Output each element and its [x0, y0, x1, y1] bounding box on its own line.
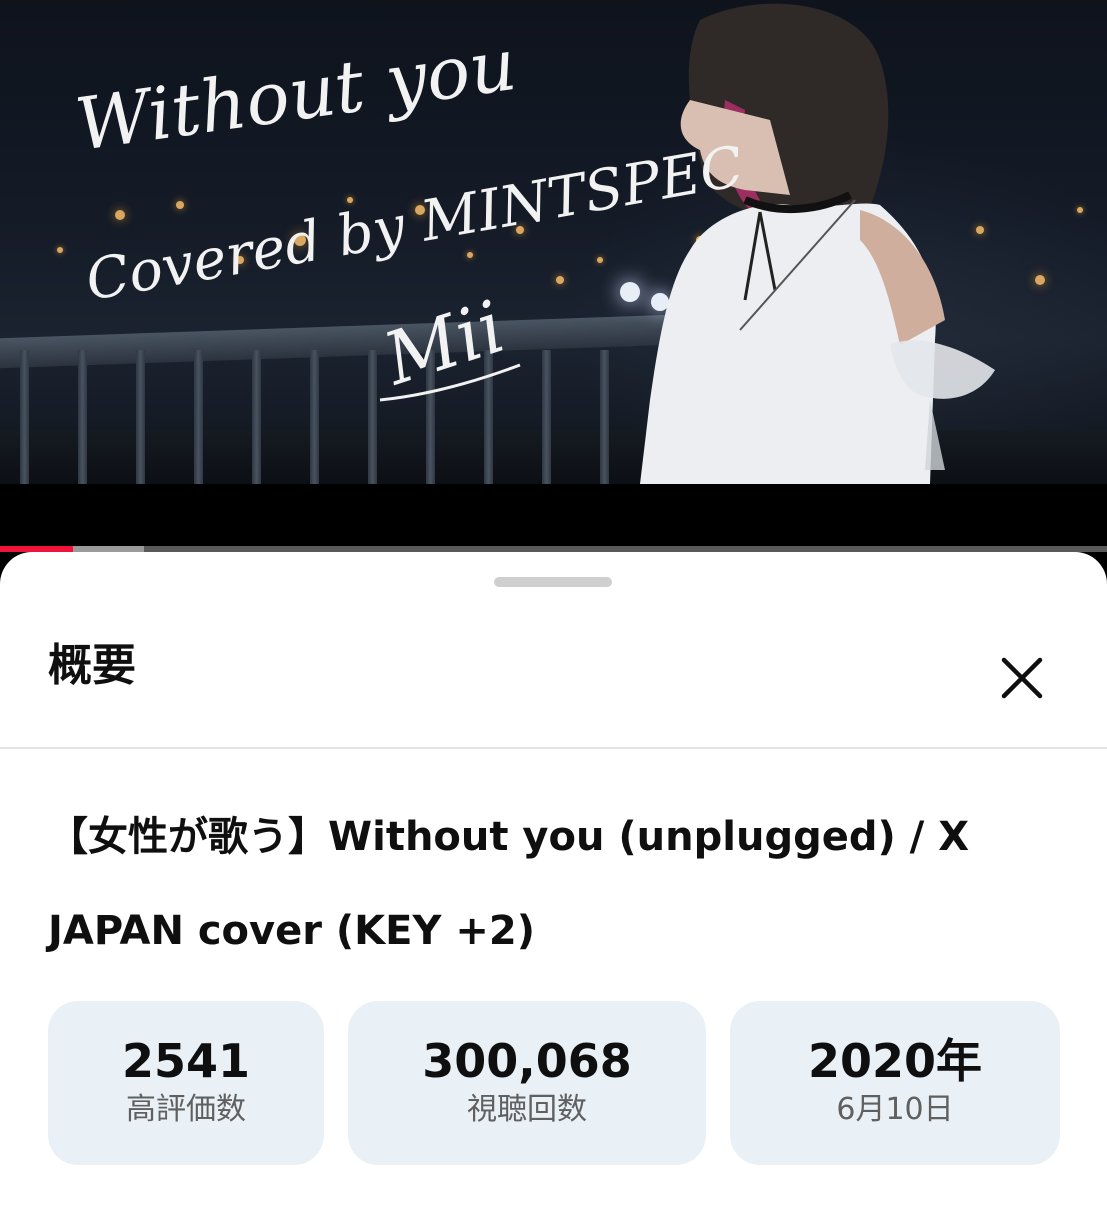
sheet-title: 概要	[48, 640, 136, 691]
drag-handle[interactable]	[494, 577, 612, 587]
overlay-signature: Mii	[372, 284, 514, 402]
video-player[interactable]: Without you Covered by MINTSPEC Mii	[0, 0, 1107, 484]
close-button[interactable]	[996, 652, 1048, 704]
upload-year: 2020年	[807, 1034, 983, 1089]
overlay-credit: Covered by MINTSPEC	[81, 134, 748, 314]
likes-count: 2541	[121, 1034, 251, 1089]
likes-label: 高評価数	[126, 1092, 246, 1128]
overlay-title: Without you	[71, 22, 521, 167]
handwritten-title-overlay: Without you Covered by MINTSPEC Mii	[71, 22, 748, 402]
views-label: 視聴回数	[467, 1092, 587, 1128]
description-sheet: 概要 【女性が歌う】Without you (unplugged) / X JA…	[0, 552, 1107, 1212]
close-icon	[1001, 657, 1043, 699]
upload-date: 6月10日	[836, 1092, 954, 1128]
header-divider	[0, 747, 1107, 749]
stats-row: 2541 高評価数 300,068 視聴回数 2020年 6月10日	[48, 1001, 1060, 1165]
views-count: 300,068	[422, 1034, 632, 1089]
video-letterbox	[0, 484, 1107, 546]
date-stat: 2020年 6月10日	[730, 1001, 1060, 1165]
video-title: 【女性が歌う】Without you (unplugged) / X JAPAN…	[48, 814, 970, 954]
views-stat: 300,068 視聴回数	[348, 1001, 706, 1165]
likes-stat: 2541 高評価数	[48, 1001, 324, 1165]
